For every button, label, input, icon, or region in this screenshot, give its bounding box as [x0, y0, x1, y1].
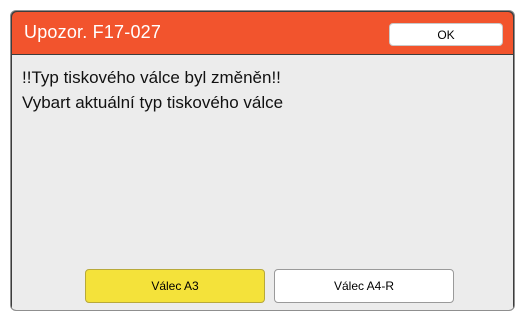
dialog-body: !!Typ tiskového válce byl změněn!! Vybar…	[12, 55, 513, 310]
dialog-title: Upozor. F17-027	[24, 22, 162, 42]
drum-a3-button[interactable]: Válec A3	[85, 269, 265, 303]
message-line-2: Vybart aktuální typ tiskového válce	[22, 93, 284, 112]
message-line-1: !!Typ tiskového válce byl změněn!!	[22, 68, 281, 87]
alert-dialog: Upozor. F17-027 OK !!Typ tiskového válce…	[10, 10, 515, 311]
dialog-title-bar: Upozor. F17-027 OK	[12, 12, 513, 54]
ok-button[interactable]: OK	[389, 23, 503, 46]
drum-a4r-button[interactable]: Válec A4-R	[274, 269, 454, 303]
